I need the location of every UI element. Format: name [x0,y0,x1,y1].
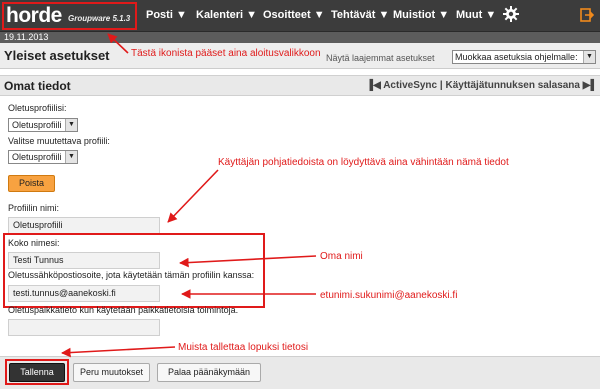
arrow-own-name [179,255,317,268]
annotation-arrows [61,33,317,358]
arrow-home-icon [107,33,129,54]
arrow-remember-save [61,346,176,358]
arrow-basic-info [167,169,219,223]
